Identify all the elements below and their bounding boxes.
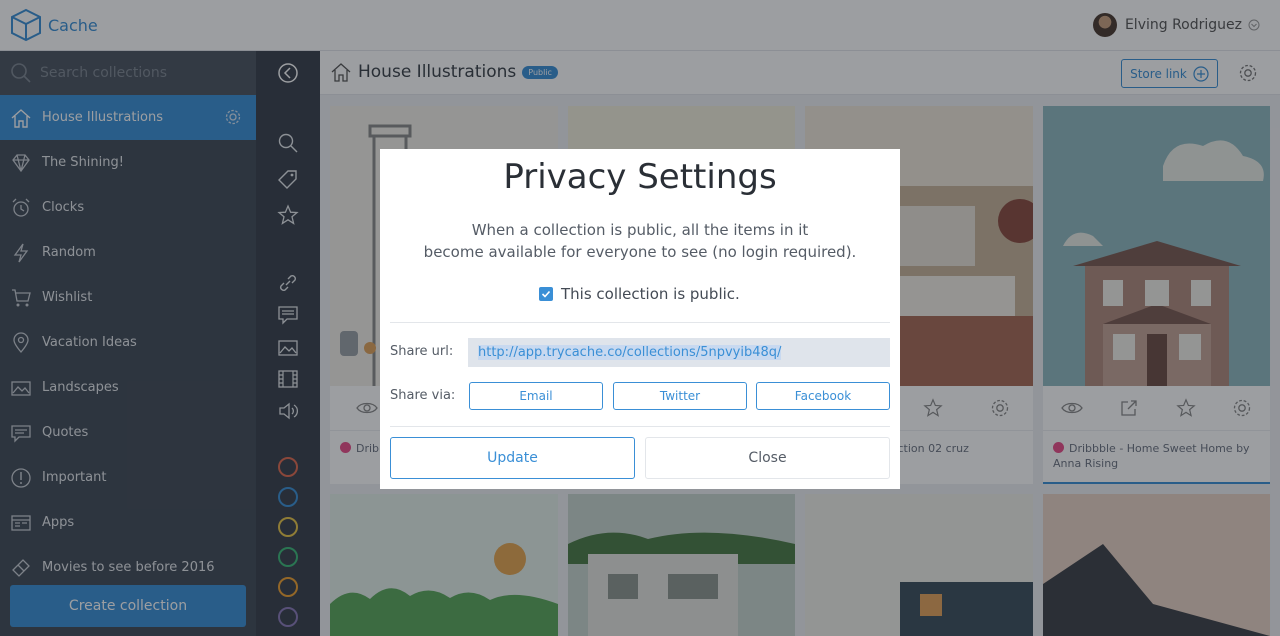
checkmark-icon [541,290,551,298]
privacy-settings-modal: Privacy Settings When a collection is pu… [380,149,900,489]
public-checkbox[interactable] [539,287,553,301]
share-via-label: Share via: [390,388,456,403]
share-url-label: Share url: [390,344,454,359]
divider [390,426,890,427]
modal-title: Privacy Settings [503,157,777,197]
share-email-button[interactable]: Email [469,382,603,410]
close-button[interactable]: Close [645,437,890,479]
public-checkbox-row[interactable]: This collection is public. [539,285,740,303]
divider [390,322,890,323]
share-url-field[interactable]: http://app.trycache.co/collections/5npvy… [468,338,890,367]
share-facebook-button[interactable]: Facebook [756,382,890,410]
share-twitter-button[interactable]: Twitter [613,382,747,410]
public-checkbox-label: This collection is public. [561,285,740,303]
modal-description: When a collection is public, all the ite… [423,221,857,261]
update-button[interactable]: Update [390,437,635,479]
